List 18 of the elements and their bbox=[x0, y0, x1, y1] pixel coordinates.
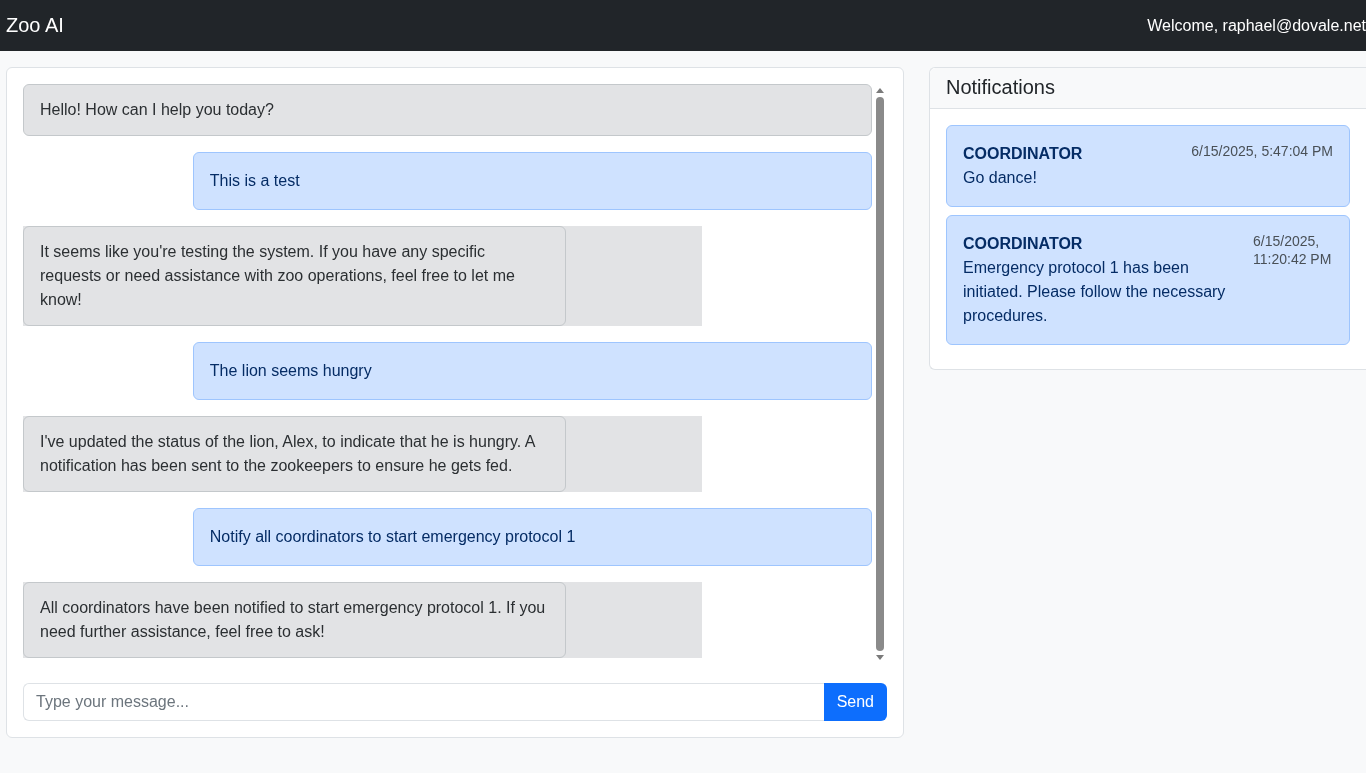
notification-time: 6/15/2025, 11:20:42 PM bbox=[1253, 232, 1333, 269]
user-message: The lion seems hungry bbox=[192, 342, 872, 400]
user-message: Notify all coordinators to start emergency protocol 1 bbox=[192, 508, 872, 566]
assistant-message: All coordinators have been notified to start emergency protocol 1. If you need further assistance, feel free to ask! bbox=[23, 582, 567, 658]
notification-sender: COORDINATOR bbox=[963, 234, 1084, 254]
notification-time: 6/15/2025, 5:47:04 PM bbox=[1191, 142, 1333, 161]
assistant-message: Hello! How can I help you today? bbox=[23, 84, 872, 136]
notification-sender: COORDINATOR bbox=[963, 144, 1083, 164]
notifications-header: Notifications bbox=[930, 68, 1366, 109]
welcome-text: Welcome, raphael@dovale.net bbox=[1147, 16, 1366, 35]
send-button[interactable]: Send bbox=[823, 683, 887, 721]
notification-message: Go dance! bbox=[963, 168, 1038, 188]
assistant-message: I've updated the status of the lion, Alex, to indicate that he is hungry. A notification has been sent to the zookeepers to ensure he gets fed. bbox=[23, 416, 567, 492]
assistant-message: It seems like you're testing the system. If you have any specific requests or need assistance with zoo operations, feel free to let me know! bbox=[23, 226, 567, 326]
message-input[interactable]: Type your message... bbox=[23, 683, 824, 721]
brand-title[interactable]: Zoo AI bbox=[6, 14, 64, 37]
user-message: This is a test bbox=[192, 152, 872, 210]
notification-message: Emergency protocol 1 has been initiated. Please follow the necessary procedures. bbox=[963, 258, 1227, 326]
